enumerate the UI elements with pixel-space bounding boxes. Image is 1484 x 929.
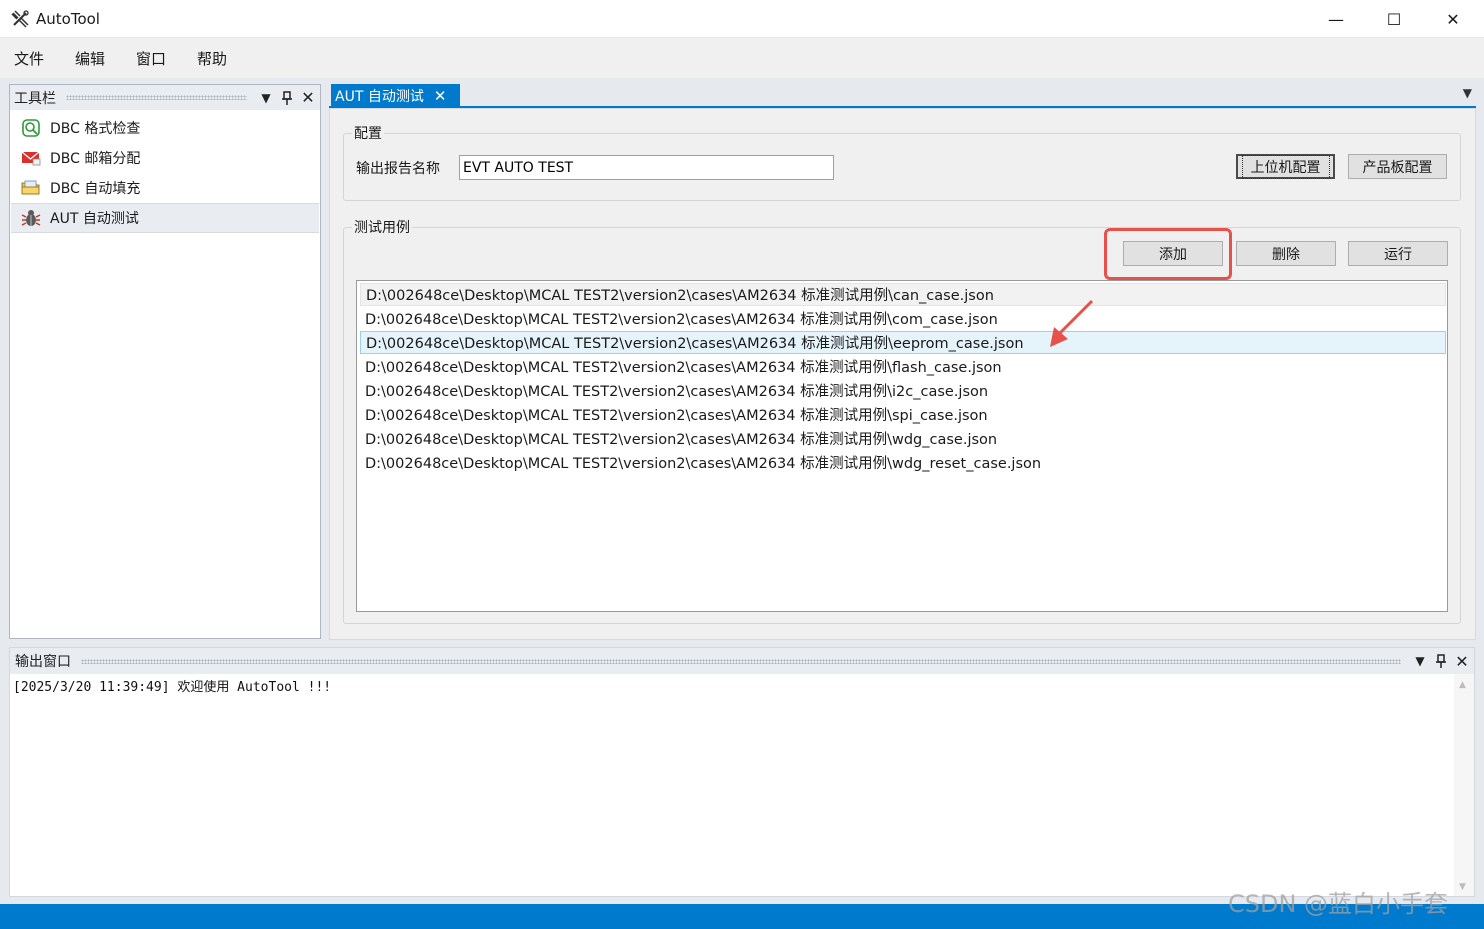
tool-item-dbc-mailbox[interactable]: DBC 邮箱分配 [11,143,319,173]
board-config-label: 产品板配置 [1362,159,1433,176]
list-item-text: D:\002648ce\Desktop\MCAL TEST2\version2\… [366,288,994,304]
window-title: AutoTool [36,10,100,28]
drag-grip[interactable] [66,95,247,100]
tool-item-dbc-autofill[interactable]: DBC 自动填充 [11,173,319,203]
output-log: [2025/3/20 11:39:49] 欢迎使用 AutoTool !!! [13,680,332,695]
drag-grip[interactable] [81,658,1401,664]
tool-item-label: DBC 邮箱分配 [50,151,141,167]
list-item-text: D:\002648ce\Desktop\MCAL TEST2\version2\… [365,360,1002,376]
scroll-up-icon[interactable]: ▲ [1459,680,1466,690]
pin-icon[interactable] [278,89,296,107]
list-item[interactable]: D:\002648ce\Desktop\MCAL TEST2\version2\… [360,451,1446,474]
maximize-button[interactable]: ☐ [1365,0,1423,38]
tools-icon [11,10,29,28]
toolbar-panel-header: 工具栏 ▼ ✕ [10,85,320,110]
output-panel-header: 输出窗口 ▼ ✕ [10,648,1474,674]
tool-item-label: DBC 格式检查 [50,121,141,137]
menu-edit[interactable]: 编辑 [75,48,105,69]
toolbar-panel-title: 工具栏 [14,90,56,107]
config-group-label: 配置 [352,123,384,143]
bug-icon [21,208,41,228]
list-item-text: D:\002648ce\Desktop\MCAL TEST2\version2\… [365,312,998,328]
list-item[interactable]: D:\002648ce\Desktop\MCAL TEST2\version2\… [360,307,1446,330]
delete-button[interactable]: 删除 [1236,241,1336,266]
dropdown-icon[interactable]: ▼ [257,89,275,107]
list-item-text: D:\002648ce\Desktop\MCAL TEST2\version2\… [365,408,988,424]
tool-item-dbc-check[interactable]: DBC 格式检查 [11,113,319,143]
close-icon[interactable]: ✕ [299,88,317,107]
watermark: CSDN @蓝白小手套 [1228,890,1449,918]
menu-bar: 文件 编辑 窗口 帮助 [0,38,1484,78]
list-item-selected[interactable]: D:\002648ce\Desktop\MCAL TEST2\version2\… [360,331,1446,354]
dbc-check-icon [21,118,41,138]
tab-label: AUT 自动测试 [335,89,424,105]
toolbar-panel: 工具栏 ▼ ✕ DBC 格式检查 DBC 邮箱分配 DBC 自动填充 AUT 自… [9,84,321,639]
tool-item-label: AUT 自动测试 [50,211,139,227]
host-config-label: 上位机配置 [1241,154,1330,179]
board-config-button[interactable]: 产品板配置 [1348,154,1447,179]
tool-item-label: DBC 自动填充 [50,181,141,197]
dropdown-icon[interactable]: ▼ [1411,652,1429,670]
delete-button-label: 删除 [1272,246,1300,263]
run-button-label: 运行 [1384,246,1412,263]
output-scrollbar[interactable]: ▲ ▼ [1454,674,1474,896]
list-item[interactable]: D:\002648ce\Desktop\MCAL TEST2\version2\… [360,427,1446,450]
run-button[interactable]: 运行 [1348,241,1448,266]
close-icon[interactable]: ✕ [1453,652,1471,671]
dbc-mailbox-icon [21,148,41,168]
list-item-text: D:\002648ce\Desktop\MCAL TEST2\version2\… [365,456,1042,472]
menu-window[interactable]: 窗口 [136,48,166,69]
tab-menu-icon[interactable]: ▼ [1463,86,1472,100]
list-item-text: D:\002648ce\Desktop\MCAL TEST2\version2\… [365,432,998,448]
list-item[interactable]: D:\002648ce\Desktop\MCAL TEST2\version2\… [360,283,1446,306]
close-button[interactable]: ✕ [1424,0,1482,38]
test-case-list[interactable]: D:\002648ce\Desktop\MCAL TEST2\version2\… [356,280,1448,612]
annotation-arrow-icon [1050,299,1094,347]
list-item[interactable]: D:\002648ce\Desktop\MCAL TEST2\version2\… [360,403,1446,426]
report-name-label: 输出报告名称 [356,161,440,177]
list-item[interactable]: D:\002648ce\Desktop\MCAL TEST2\version2\… [360,379,1446,402]
dbc-autofill-icon [21,178,41,198]
report-name-input[interactable] [459,155,834,180]
annotation-highlight [1104,228,1232,280]
menu-help[interactable]: 帮助 [197,48,227,69]
test-cases-group-label: 测试用例 [352,217,412,237]
tool-list: DBC 格式检查 DBC 邮箱分配 DBC 自动填充 AUT 自动测试 [11,113,319,233]
pin-icon[interactable] [1432,652,1450,670]
list-item-text: D:\002648ce\Desktop\MCAL TEST2\version2\… [366,336,1024,352]
tab-aut-test[interactable]: AUT 自动测试 ✕ [331,84,460,108]
output-panel: 输出窗口 ▼ ✕ [2025/3/20 11:39:49] 欢迎使用 AutoT… [9,647,1475,897]
minimize-icon: — [1328,9,1344,29]
list-item[interactable]: D:\002648ce\Desktop\MCAL TEST2\version2\… [360,355,1446,378]
maximize-icon: ☐ [1386,9,1402,29]
close-icon[interactable]: ✕ [434,87,447,105]
title-bar: AutoTool — ☐ ✕ [0,0,1484,38]
menu-file[interactable]: 文件 [14,48,44,69]
output-panel-title: 输出窗口 [15,654,71,670]
tool-item-aut-test[interactable]: AUT 自动测试 [11,203,319,233]
tab-strip: AUT 自动测试 ✕ ▼ [329,84,1476,108]
host-config-button[interactable]: 上位机配置 [1236,154,1335,179]
scroll-down-icon[interactable]: ▼ [1459,882,1466,892]
minimize-button[interactable]: — [1307,0,1365,38]
close-icon: ✕ [1446,9,1460,29]
list-item-text: D:\002648ce\Desktop\MCAL TEST2\version2\… [365,384,989,400]
